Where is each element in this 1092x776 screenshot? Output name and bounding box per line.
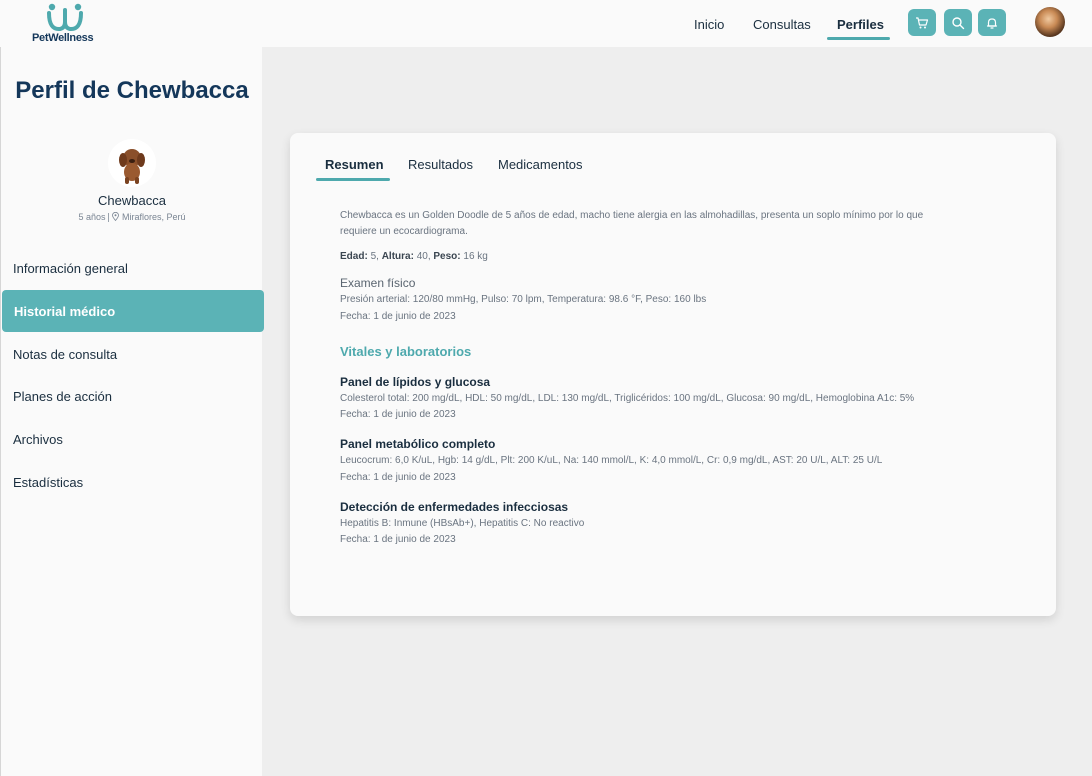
pet-avatar (108, 139, 156, 187)
menu-historial-medico[interactable]: Historial médico (2, 290, 264, 332)
tab-active-indicator (316, 178, 390, 181)
panel-title: Detección de enfermedades infecciosas (340, 500, 569, 514)
nav-perfiles[interactable]: Perfiles (837, 17, 884, 32)
exam-date: Fecha: 1 de junio de 2023 (340, 311, 456, 322)
pet-age: 5 años (78, 212, 106, 222)
petwellness-logo[interactable]: PetWellness (32, 2, 102, 44)
panel-title: Panel metabólico completo (340, 437, 496, 451)
location-pin-icon (112, 212, 120, 221)
panel-date: Fecha: 1 de junio de 2023 (340, 472, 456, 483)
menu-planes-de-accion[interactable]: Planes de acción (1, 375, 263, 417)
pet-description: Chewbacca es un Golden Doodle de 5 años … (340, 210, 924, 237)
pet-meta: 5 años Miraflores, Perú (1, 212, 263, 223)
tab-resumen[interactable]: Resumen (325, 157, 384, 172)
tab-medicamentos[interactable]: Medicamentos (498, 157, 583, 172)
bell-icon (986, 17, 998, 29)
panel-detail: Colesterol total: 200 mg/dL, HDL: 50 mg/… (340, 393, 915, 404)
notifications-button[interactable] (978, 9, 1006, 36)
exam-detail: Presión arterial: 120/80 mmHg, Pulso: 70… (340, 294, 707, 305)
panel-date: Fecha: 1 de junio de 2023 (340, 409, 456, 420)
cart-icon (916, 16, 929, 28)
panel-detail: Hepatitis B: Inmune (HBsAb+), Hepatitis … (340, 518, 585, 529)
user-avatar[interactable] (1035, 7, 1065, 37)
tab-resultados[interactable]: Resultados (408, 157, 473, 172)
cart-button[interactable] (908, 9, 936, 36)
menu-informacion-general[interactable]: Información general (1, 247, 263, 289)
pet-location: Miraflores, Perú (122, 212, 186, 222)
logo-mark-icon (47, 3, 83, 32)
panel-detail: Leucocrum: 6,0 K/uL, Hgb: 14 g/dL, Plt: … (340, 455, 883, 466)
pet-vitals-summary: Edad: 5, Altura: 40, Peso: 16 kg (340, 251, 488, 262)
medical-history-card: Resumen Resultados Medicamentos Chewbacc… (290, 133, 1056, 616)
dog-photo-icon (119, 149, 145, 184)
menu-archivos[interactable]: Archivos (1, 418, 263, 460)
vitals-section-title: Vitales y laboratorios (340, 344, 472, 359)
nav-active-indicator (827, 37, 890, 40)
search-button[interactable] (944, 9, 972, 36)
exam-title: Examen físico (340, 276, 416, 290)
profile-title: Perfil de Chewbacca (15, 77, 249, 104)
panel-date: Fecha: 1 de junio de 2023 (340, 534, 456, 545)
menu-estadisticas[interactable]: Estadísticas (1, 461, 263, 503)
nav-inicio[interactable]: Inicio (694, 17, 724, 32)
panel-title: Panel de lípidos y glucosa (340, 375, 491, 389)
pet-name: Chewbacca (98, 193, 166, 208)
profile-sidebar: Perfil de Chewbacca Chewbacca 5 años Mir… (0, 47, 264, 776)
menu-notas-de-consulta[interactable]: Notas de consulta (1, 333, 263, 375)
search-icon (952, 16, 965, 29)
top-header: PetWellness Inicio Consultas Perfiles (0, 0, 1092, 47)
nav-consultas[interactable]: Consultas (753, 17, 811, 32)
brand-name: PetWellness (32, 32, 94, 44)
